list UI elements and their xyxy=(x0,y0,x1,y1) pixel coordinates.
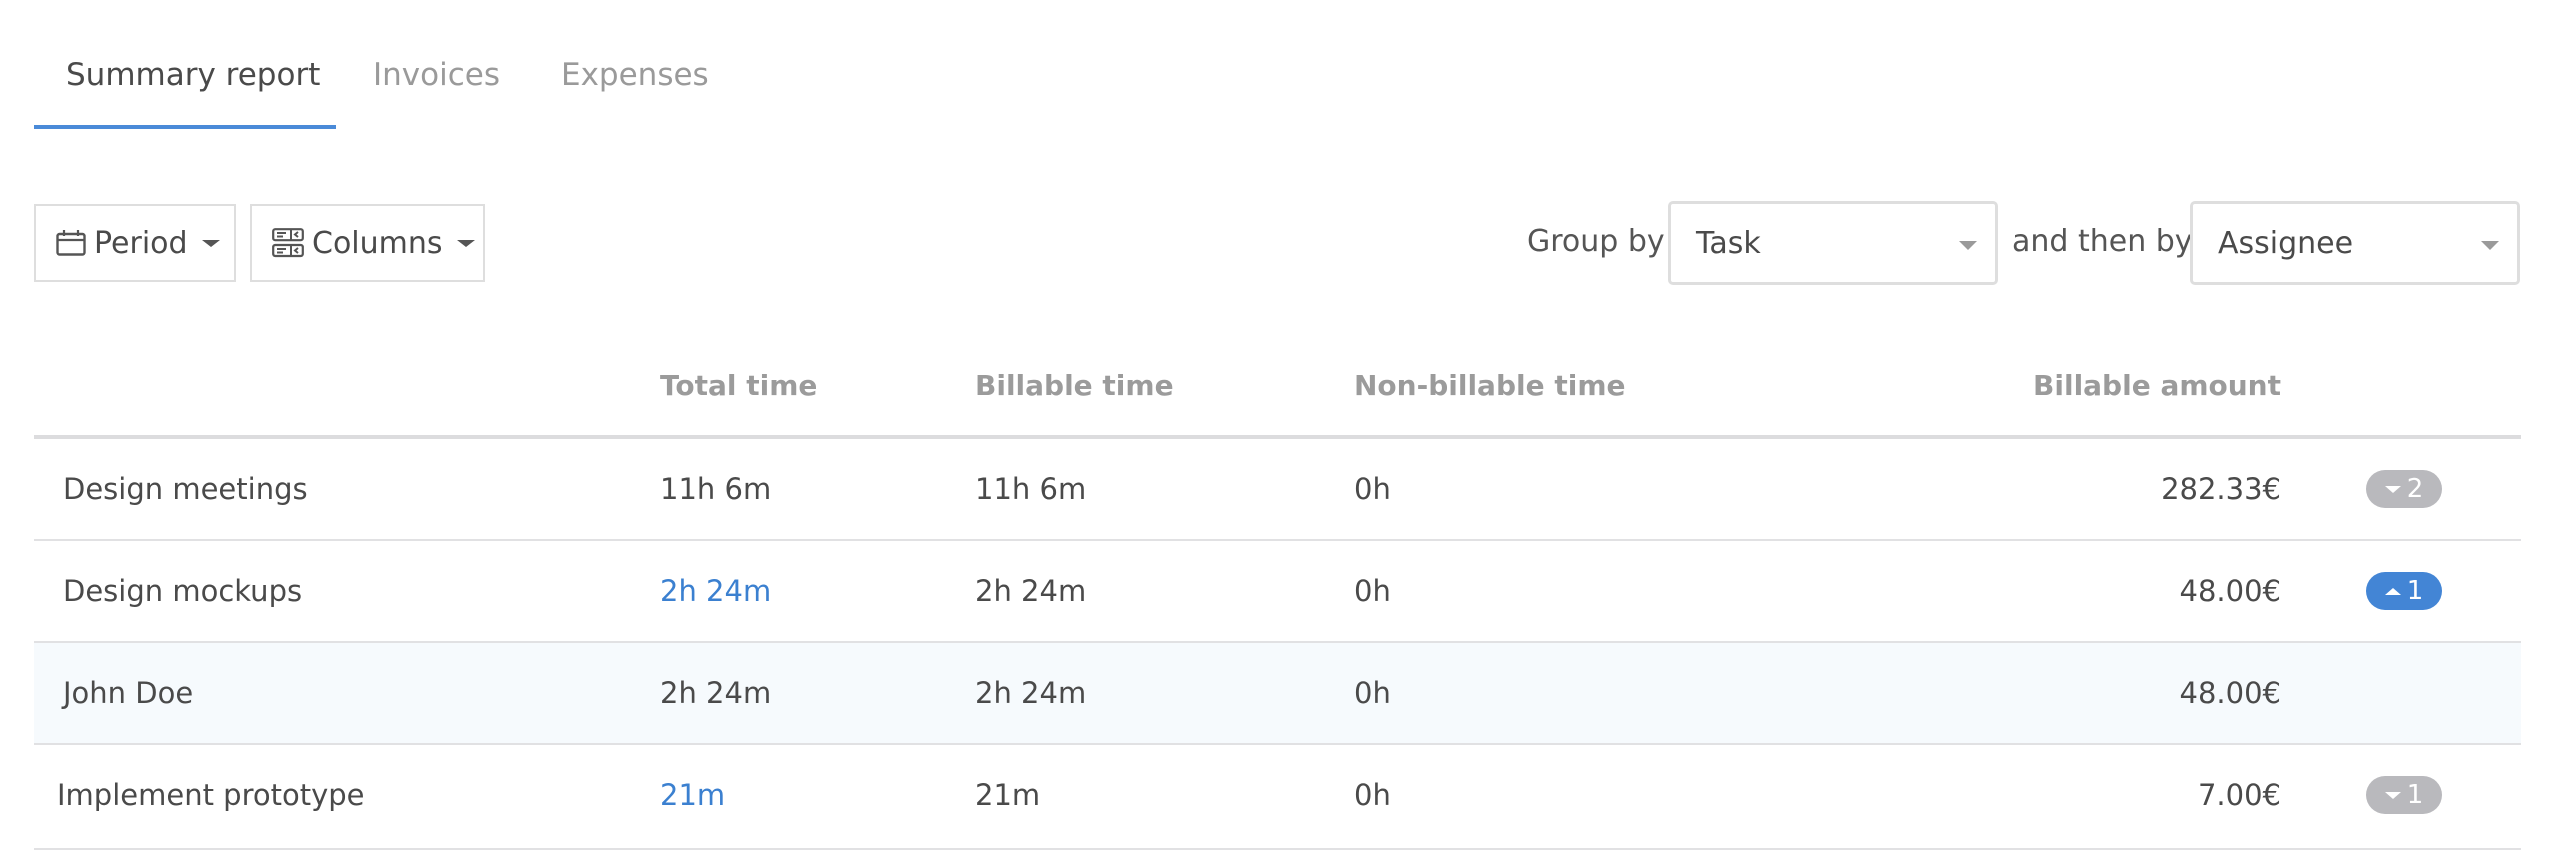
collapse-badge[interactable]: 1 xyxy=(2366,572,2442,610)
badge-count: 2 xyxy=(2406,474,2424,504)
billable-amount: 48.00€ xyxy=(2179,574,2281,608)
period-label: Period xyxy=(94,225,188,261)
billable-time: 2h 24m xyxy=(975,574,1087,608)
non-billable-time: 0h xyxy=(1354,676,1391,710)
then-by-select[interactable]: Assignee xyxy=(2190,201,2520,285)
row-name: Design meetings xyxy=(63,472,308,506)
group-by-value: Task xyxy=(1696,225,1761,261)
non-billable-time: 0h xyxy=(1354,574,1391,608)
billable-time: 2h 24m xyxy=(975,676,1087,710)
total-time-link[interactable]: 2h 24m xyxy=(660,541,771,641)
dropdown-arrow-icon xyxy=(1959,241,1977,250)
row-name: Design mockups xyxy=(63,574,303,608)
billable-amount: 282.33€ xyxy=(2161,472,2281,506)
table-row[interactable]: Implement prototype 21m 21m 0h 7.00€ 1 xyxy=(34,745,2521,850)
row-name: John Doe xyxy=(63,676,194,710)
columns-button[interactable]: Columns xyxy=(250,204,485,282)
total-time: 2h 24m xyxy=(660,676,772,710)
column-header-billable-time[interactable]: Billable time xyxy=(975,366,1174,406)
calendar-icon xyxy=(56,230,86,256)
group-by-label: Group by xyxy=(1527,224,1665,259)
group-by-select[interactable]: Task xyxy=(1668,201,1998,285)
table-row[interactable]: Design meetings 11h 6m 11h 6m 0h 282.33€… xyxy=(34,439,2521,541)
billable-time: 21m xyxy=(975,778,1041,812)
tab-invoices[interactable]: Invoices xyxy=(373,52,500,98)
tab-expenses[interactable]: Expenses xyxy=(561,52,709,98)
row-name: Implement prototype xyxy=(57,778,365,812)
tab-summary-report[interactable]: Summary report xyxy=(66,52,320,98)
badge-count: 1 xyxy=(2406,576,2424,606)
then-by-value: Assignee xyxy=(2218,225,2354,261)
expand-badge[interactable]: 1 xyxy=(2366,776,2442,814)
non-billable-time: 0h xyxy=(1354,472,1391,506)
active-tab-indicator xyxy=(34,125,336,129)
column-header-total-time[interactable]: Total time xyxy=(660,366,817,406)
total-time: 11h 6m xyxy=(660,472,772,506)
billable-amount: 48.00€ xyxy=(2179,676,2281,710)
total-time-link[interactable]: 21m xyxy=(660,745,725,845)
columns-icon xyxy=(272,228,304,258)
expand-badge[interactable]: 2 xyxy=(2366,470,2442,508)
non-billable-time: 0h xyxy=(1354,778,1391,812)
table-subrow[interactable]: John Doe 2h 24m 2h 24m 0h 48.00€ xyxy=(34,643,2521,745)
dropdown-arrow-icon xyxy=(2481,241,2499,250)
badge-count: 1 xyxy=(2406,780,2424,810)
billable-time: 11h 6m xyxy=(975,472,1087,506)
column-header-non-billable-time[interactable]: Non-billable time xyxy=(1354,366,1625,406)
billable-amount: 7.00€ xyxy=(2197,778,2281,812)
caret-down-icon xyxy=(2384,791,2401,799)
then-by-label: and then by xyxy=(2012,224,2193,259)
table-row[interactable]: Design mockups 2h 24m 2h 24m 0h 48.00€ 1 xyxy=(34,541,2521,643)
chevron-down-icon xyxy=(201,239,220,247)
columns-label: Columns xyxy=(312,225,443,261)
caret-up-icon xyxy=(2384,587,2401,595)
column-header-billable-amount[interactable]: Billable amount xyxy=(1981,366,2281,406)
caret-down-icon xyxy=(2384,485,2401,493)
chevron-down-icon xyxy=(456,239,475,247)
period-button[interactable]: Period xyxy=(34,204,236,282)
